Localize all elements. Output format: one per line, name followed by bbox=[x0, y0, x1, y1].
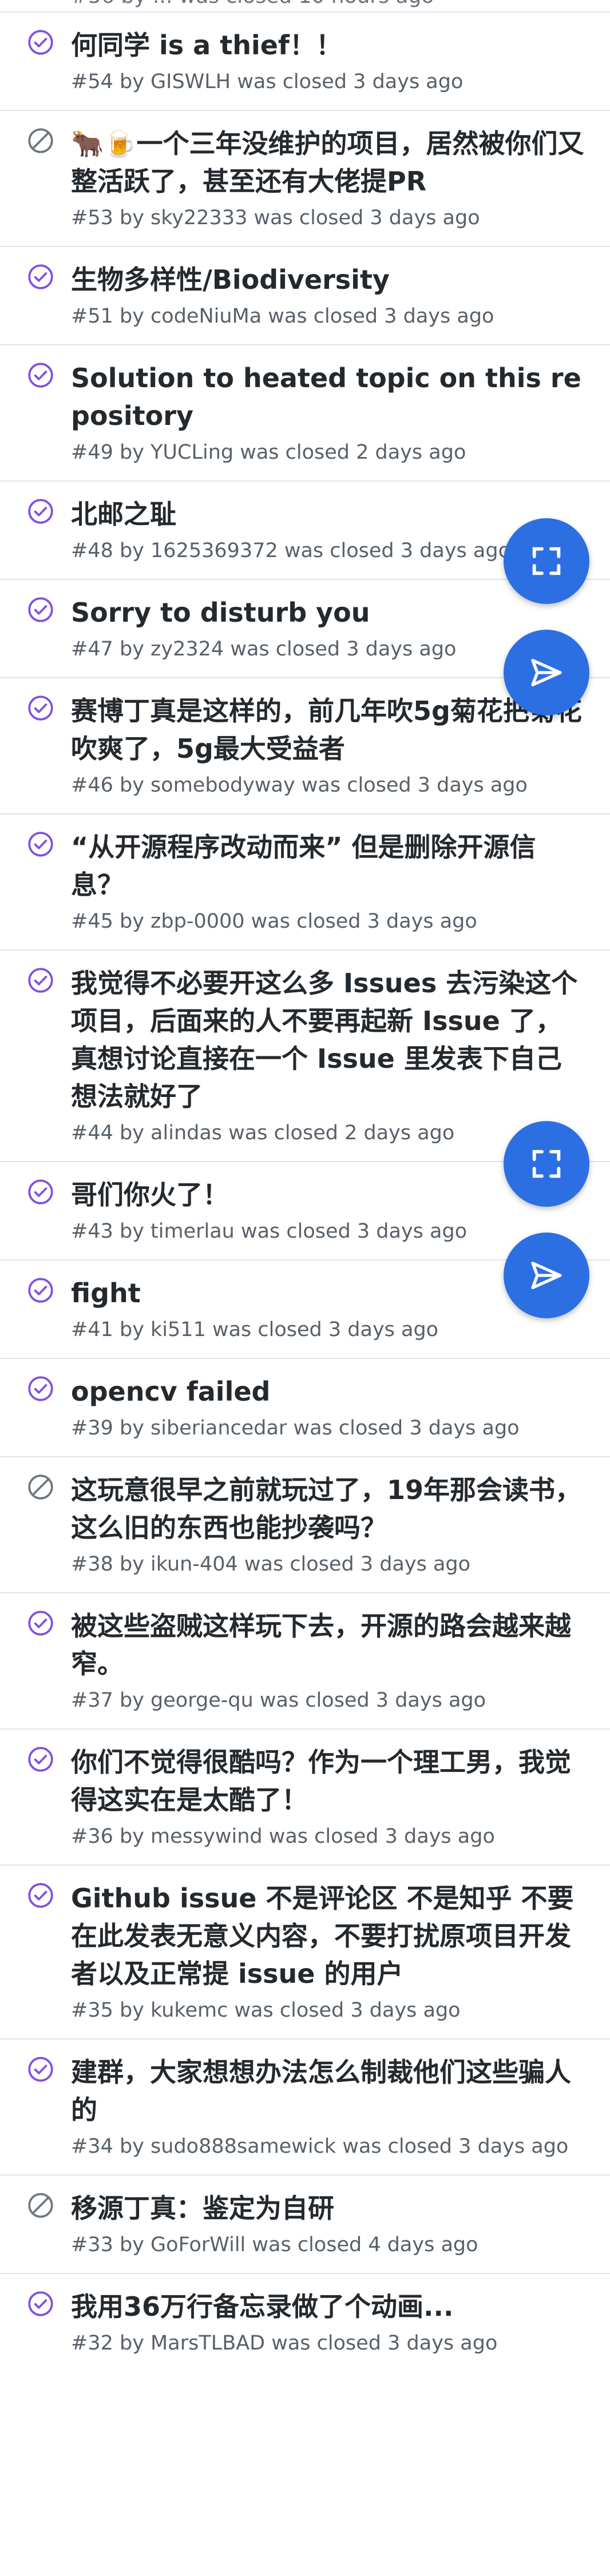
screenshot-frame-icon bbox=[532, 1150, 561, 1178]
issue-title[interactable]: 建群，大家想想办法怎么制裁他们这些骗人的 bbox=[71, 2053, 587, 2129]
issue-row[interactable]: Solution to heated topic on this reposit… bbox=[0, 344, 610, 480]
issue-title[interactable]: 北邮之耻 bbox=[71, 495, 587, 533]
closed-not-planned-icon bbox=[26, 2191, 55, 2220]
issue-meta: #43 by timerlau was closed 3 days ago bbox=[71, 1220, 468, 1243]
issue-row[interactable]: 何同学 is a thief！！ #54 by GISWLH was closed… bbox=[0, 11, 610, 110]
issue-title[interactable]: 我觉得不必要开这么多 Issues 去污染这个项目，后面来的人不要再起新 Iss… bbox=[71, 964, 587, 1115]
issue-title[interactable]: 我用36万行备忘录做了个动画... bbox=[71, 2288, 587, 2325]
closed-check-icon bbox=[26, 497, 55, 526]
issue-title[interactable]: 🐂🍺一个三年没维护的项目，居然被你们又整活跃了，甚至还有大佬提PR bbox=[71, 125, 587, 200]
screenshot-frame-icon bbox=[532, 547, 561, 575]
closed-check-icon bbox=[26, 1276, 55, 1305]
issue-meta: #33 by GoForWill was closed 4 days ago bbox=[71, 2233, 478, 2256]
issue-row[interactable]: 移源丁真：鉴定为自研 #33 by GoForWill was closed 4 … bbox=[0, 2175, 610, 2273]
issue-title[interactable]: 这玩意很早之前就玩过了，19年那会读书，这么旧的东西也能抄袭吗？ bbox=[71, 1471, 587, 1547]
closed-check-icon bbox=[26, 1609, 55, 1637]
issue-meta: #54 by GISWLH was closed 3 days ago bbox=[71, 70, 464, 93]
issue-row[interactable]: 你们不觉得很酷吗？作为一个理工男，我觉得这实在是太酷了！ #36 by messy… bbox=[0, 1728, 610, 1865]
issue-title[interactable]: opencv failed bbox=[71, 1373, 587, 1410]
closed-check-icon bbox=[26, 28, 55, 57]
closed-check-icon bbox=[26, 263, 55, 291]
issue-meta: #45 by zbp-0000 was closed 3 days ago bbox=[71, 910, 477, 933]
issue-row[interactable]: 生物多样性/Biodiversity #51 by codeNiuMa was c… bbox=[0, 246, 610, 344]
issues-page: #56 by ... was closed 10 hours ago 何同学 i… bbox=[0, 0, 610, 2576]
issue-row[interactable]: 我用36万行备忘录做了个动画... #32 by MarsTLBAD was cl… bbox=[0, 2273, 610, 2371]
issue-meta: #39 by siberiancedar was closed 3 days a… bbox=[71, 1417, 520, 1440]
previous-issue-meta-fragment: #56 by ... was closed 10 hours ago bbox=[0, 0, 610, 11]
send-button-2[interactable] bbox=[504, 1233, 589, 1318]
issue-title[interactable]: Github issue 不是评论区 不是知乎 不要在此发表无意义内容，不要打扰… bbox=[71, 1879, 587, 1993]
closed-not-planned-icon bbox=[26, 1473, 55, 1501]
closed-check-icon bbox=[26, 361, 55, 389]
send-button[interactable] bbox=[504, 630, 589, 715]
closed-check-icon bbox=[26, 966, 55, 995]
issue-title[interactable]: 何同学 is a thief！！ bbox=[71, 26, 587, 64]
issue-meta: #34 by sudo888samewick was closed 3 days… bbox=[71, 2135, 569, 2158]
closed-check-icon bbox=[26, 694, 55, 722]
issue-meta: #51 by codeNiuMa was closed 3 days ago bbox=[71, 305, 494, 328]
issue-meta: #46 by somebodyway was closed 3 days ago bbox=[71, 774, 528, 797]
issue-meta: #49 by YUCLing was closed 2 days ago bbox=[71, 441, 466, 464]
issue-row[interactable]: 我觉得不必要开这么多 Issues 去污染这个项目，后面来的人不要再起新 Iss… bbox=[0, 949, 610, 1161]
issue-title[interactable]: 被这些盗贼这样玩下去，开源的路会越来越窄。 bbox=[71, 1607, 587, 1683]
closed-check-icon bbox=[26, 1881, 55, 1910]
send-icon bbox=[531, 1262, 562, 1289]
issue-title[interactable]: 生物多样性/Biodiversity bbox=[71, 261, 587, 299]
issue-title[interactable]: 移源丁真：鉴定为自研 bbox=[71, 2189, 587, 2227]
closed-check-icon bbox=[26, 830, 55, 858]
issue-meta: #38 by ikun-404 was closed 3 days ago bbox=[71, 1553, 471, 1576]
screenshot-button[interactable] bbox=[504, 518, 589, 604]
issue-row[interactable]: 被这些盗贼这样玩下去，开源的路会越来越窄。 #37 by george-qu wa… bbox=[0, 1592, 610, 1728]
issue-meta: #41 by ki511 was closed 3 days ago bbox=[71, 1318, 439, 1341]
closed-check-icon bbox=[26, 1374, 55, 1403]
issue-row[interactable]: opencv failed #39 by siberiancedar was cl… bbox=[0, 1358, 610, 1456]
screenshot-button-2[interactable] bbox=[504, 1121, 589, 1207]
send-icon bbox=[531, 659, 562, 686]
issue-meta: #32 by MarsTLBAD was closed 3 days ago bbox=[71, 2332, 498, 2355]
closed-check-icon bbox=[26, 2055, 55, 2084]
closed-check-icon bbox=[26, 595, 55, 624]
issue-title[interactable]: Sorry to disturb you bbox=[71, 594, 587, 631]
issue-title[interactable]: “从开源程序改动而来” 但是删除开源信息？ bbox=[71, 828, 587, 904]
closed-check-icon bbox=[26, 1745, 55, 1774]
closed-not-planned-icon bbox=[26, 126, 55, 155]
closed-check-icon bbox=[26, 1178, 55, 1206]
issue-row[interactable]: “从开源程序改动而来” 但是删除开源信息？ #45 by zbp-0000 was… bbox=[0, 813, 610, 949]
issue-row[interactable]: 这玩意很早之前就玩过了，19年那会读书，这么旧的东西也能抄袭吗？ #38 by i… bbox=[0, 1456, 610, 1592]
issue-title[interactable]: 赛博丁真是这样的，前几年吹5g菊花把菊花吹爽了，5g最大受益者 bbox=[71, 692, 587, 768]
issue-meta: #53 by sky22333 was closed 3 days ago bbox=[71, 206, 480, 229]
issue-title[interactable]: Solution to heated topic on this reposit… bbox=[71, 359, 587, 435]
previous-issue-meta-text: #56 by ... was closed 10 hours ago bbox=[71, 0, 434, 8]
issue-meta: #35 by kukemc was closed 3 days ago bbox=[71, 1999, 461, 2022]
issue-row[interactable]: 建群，大家想想办法怎么制裁他们这些骗人的 #34 by sudo888samewi… bbox=[0, 2038, 610, 2175]
issue-row[interactable]: Github issue 不是评论区 不是知乎 不要在此发表无意义内容，不要打扰… bbox=[0, 1865, 610, 2038]
issue-meta: #37 by george-qu was closed 3 days ago bbox=[71, 1689, 486, 1712]
issue-title[interactable]: 你们不觉得很酷吗？作为一个理工男，我觉得这实在是太酷了！ bbox=[71, 1743, 587, 1819]
issue-row[interactable]: 🐂🍺一个三年没维护的项目，居然被你们又整活跃了，甚至还有大佬提PR #53 by … bbox=[0, 110, 610, 246]
issue-meta: #36 by messywind was closed 3 days ago bbox=[71, 1825, 495, 1848]
closed-check-icon bbox=[26, 2289, 55, 2318]
